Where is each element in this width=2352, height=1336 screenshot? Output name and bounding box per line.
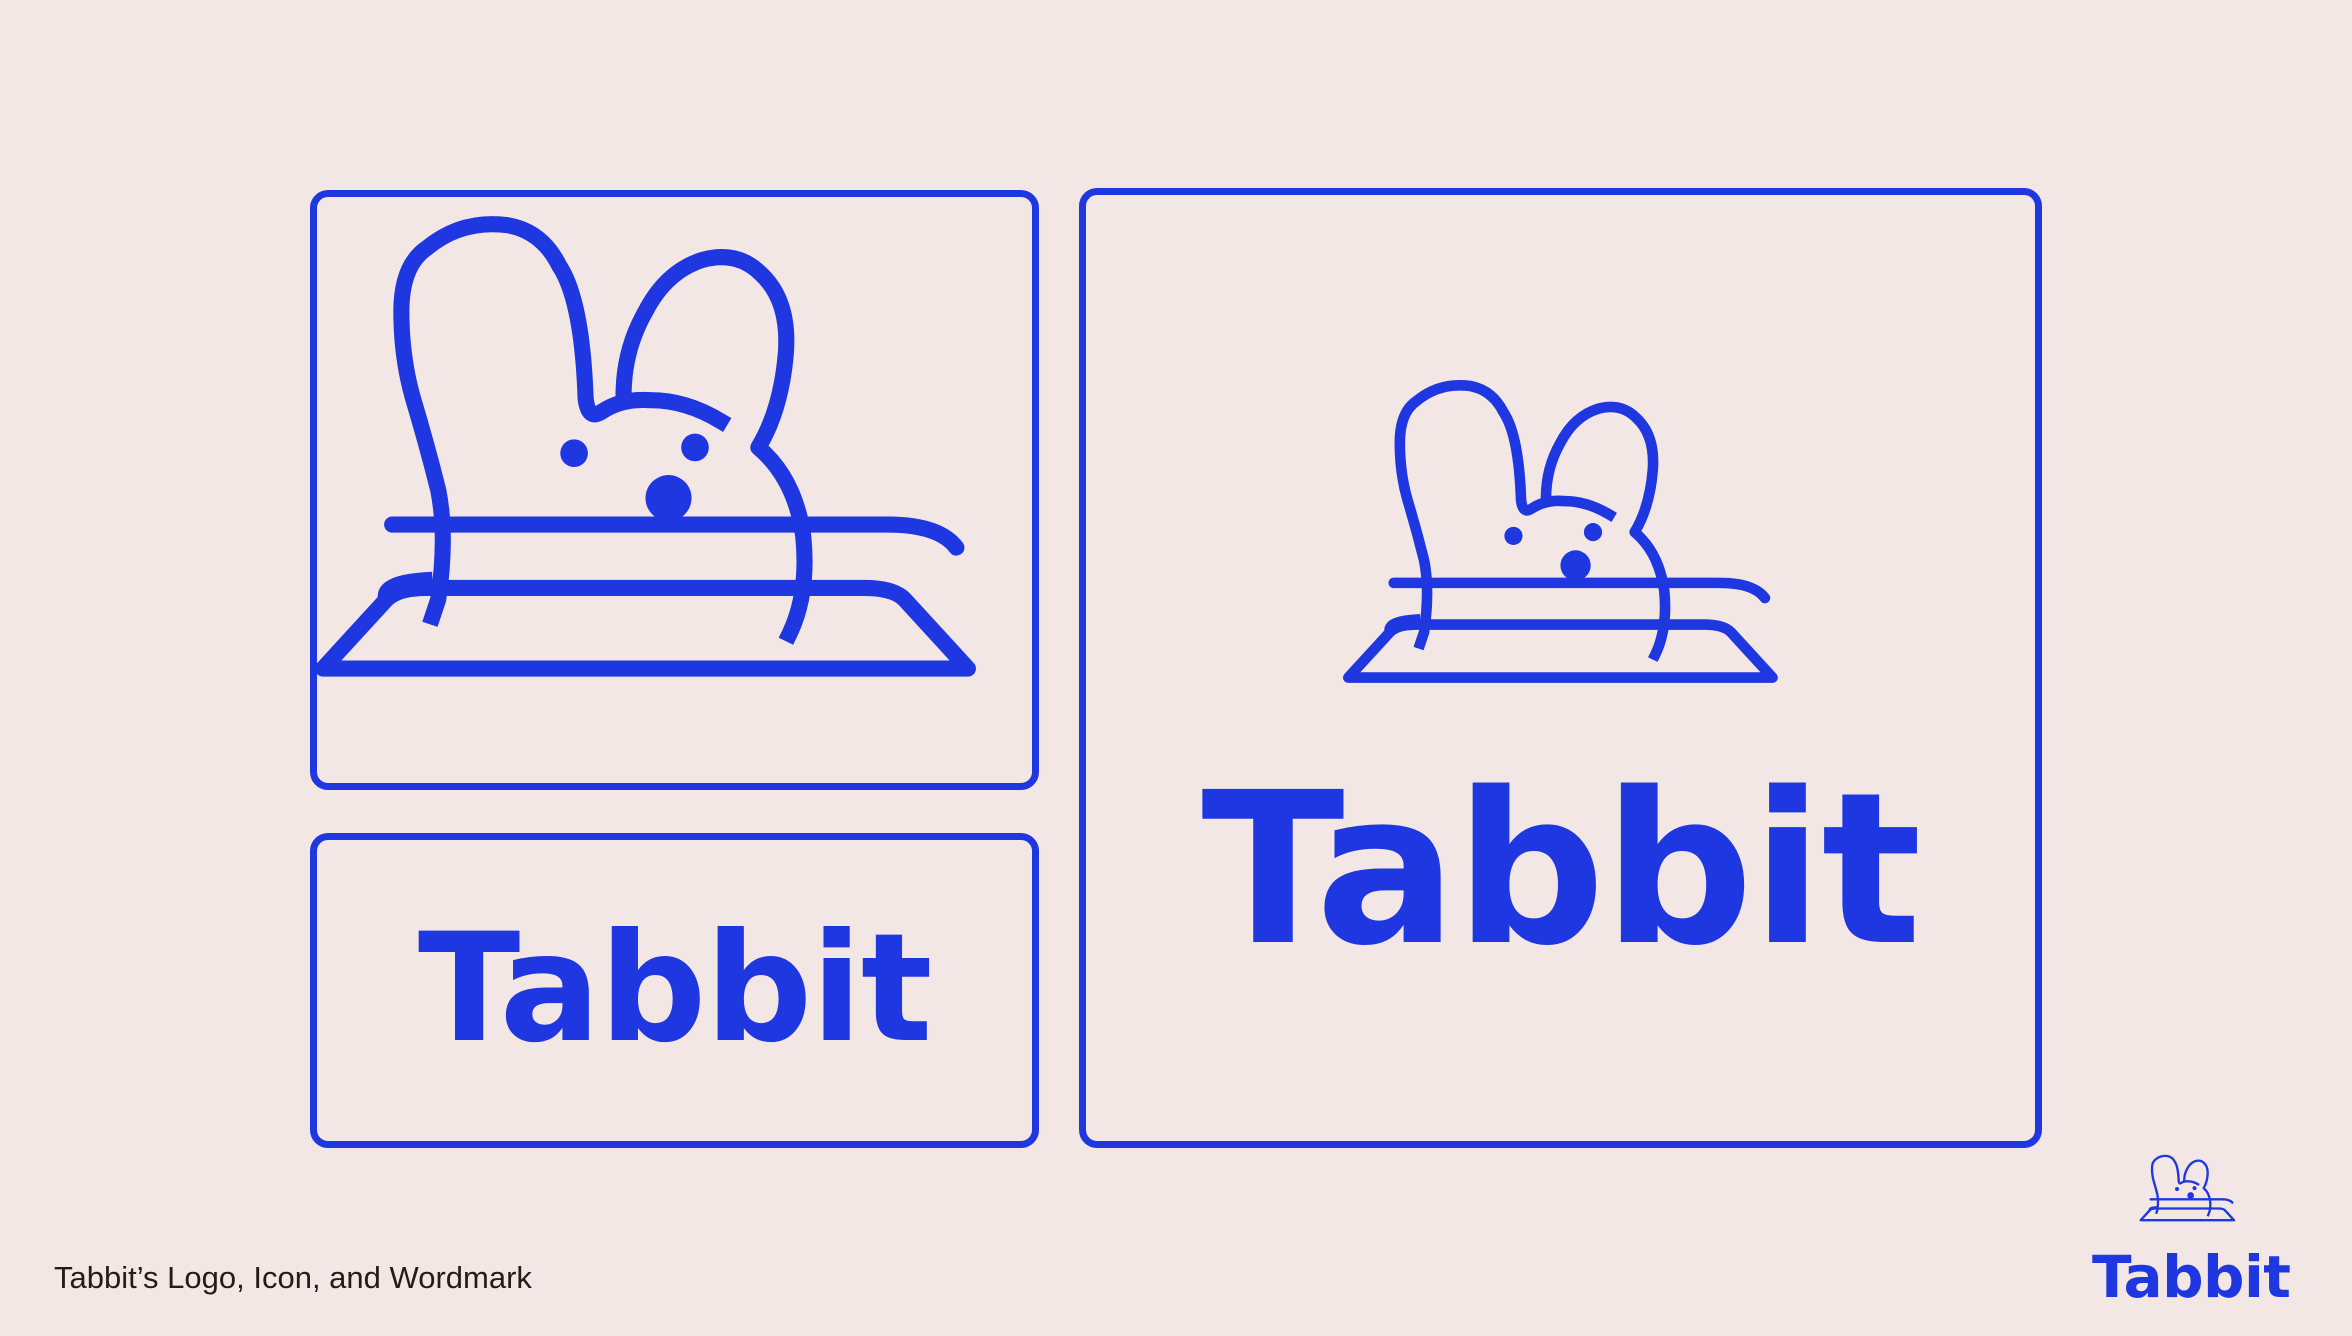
corner-brand-logo: Tabbit [2092, 1146, 2291, 1311]
corner-wordmark: Tabbit [2092, 1243, 2291, 1311]
logo-panel: Tabbit [1079, 188, 2042, 1148]
icon-panel [310, 190, 1039, 790]
rabbit-in-box-icon [1318, 345, 1818, 745]
wordmark: Tabbit [417, 902, 933, 1076]
rabbit-in-box-icon [2131, 1154, 2236, 1222]
caption: Tabbit’s Logo, Icon, and Wordmark [54, 1260, 532, 1295]
wordmark-panel: Tabbit [310, 833, 1039, 1148]
logo-wordmark: Tabbit [1201, 747, 1921, 992]
rabbit-in-box-icon [277, 157, 1037, 777]
